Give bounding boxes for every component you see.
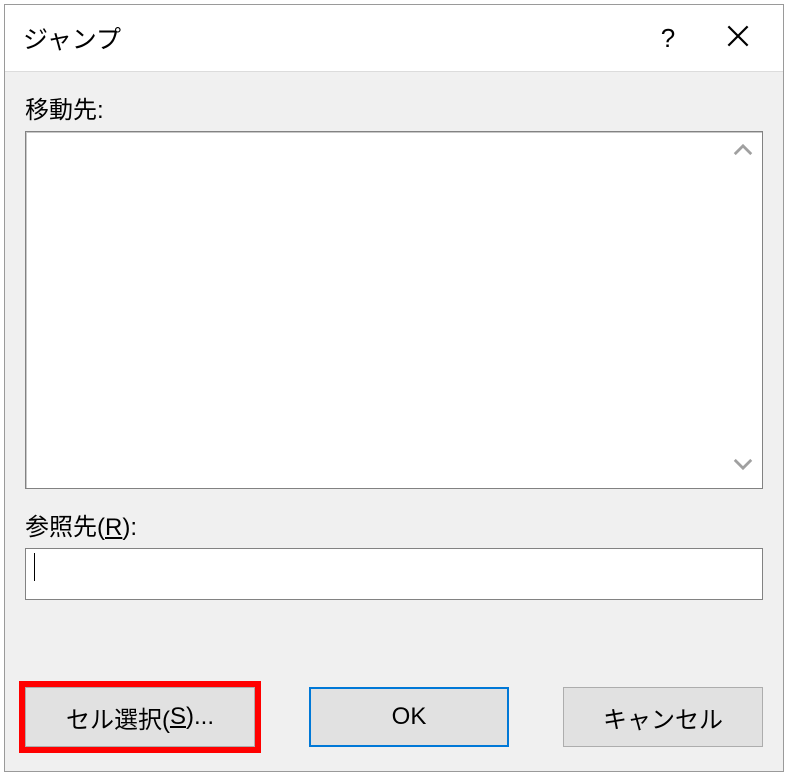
help-button[interactable]: ? (633, 8, 703, 68)
scroll-down-button[interactable] (729, 453, 757, 481)
go-to-listbox[interactable] (25, 131, 763, 489)
help-icon: ? (661, 23, 675, 54)
text-caret (34, 553, 35, 581)
cancel-button[interactable]: キャンセル (563, 687, 763, 747)
ok-button-label: OK (392, 703, 427, 731)
close-button[interactable] (703, 8, 773, 68)
titlebar: ジャンプ ? (5, 5, 783, 72)
reference-label-mnemonic: R (105, 514, 122, 541)
special-button-suffix: )... (186, 703, 214, 731)
ok-button[interactable]: OK (309, 687, 509, 747)
reference-row (25, 548, 763, 600)
special-button-prefix: セル選択( (66, 700, 170, 735)
reference-label: 参照先(R): (25, 507, 763, 542)
go-to-label: 移動先: (25, 90, 763, 125)
reference-label-prefix: 参照先( (25, 514, 105, 541)
scroll-up-button[interactable] (729, 139, 757, 167)
cancel-button-label: キャンセル (603, 700, 723, 735)
go-to-listbox-wrap (25, 131, 763, 489)
special-button-highlight: セル選択(S)... (25, 687, 255, 747)
go-to-dialog: ジャンプ ? 移動先: 参照先(R): (4, 4, 784, 772)
reference-input[interactable] (25, 548, 763, 600)
chevron-down-icon (732, 453, 754, 481)
dialog-title: ジャンプ (23, 20, 633, 56)
close-icon (727, 22, 749, 54)
button-row: セル選択(S)... OK キャンセル (25, 687, 763, 751)
special-button[interactable]: セル選択(S)... (25, 687, 255, 747)
special-button-mnemonic: S (170, 703, 186, 731)
chevron-up-icon (732, 139, 754, 167)
dialog-body: 移動先: 参照先(R): (5, 72, 783, 771)
reference-label-suffix: ): (122, 514, 137, 541)
